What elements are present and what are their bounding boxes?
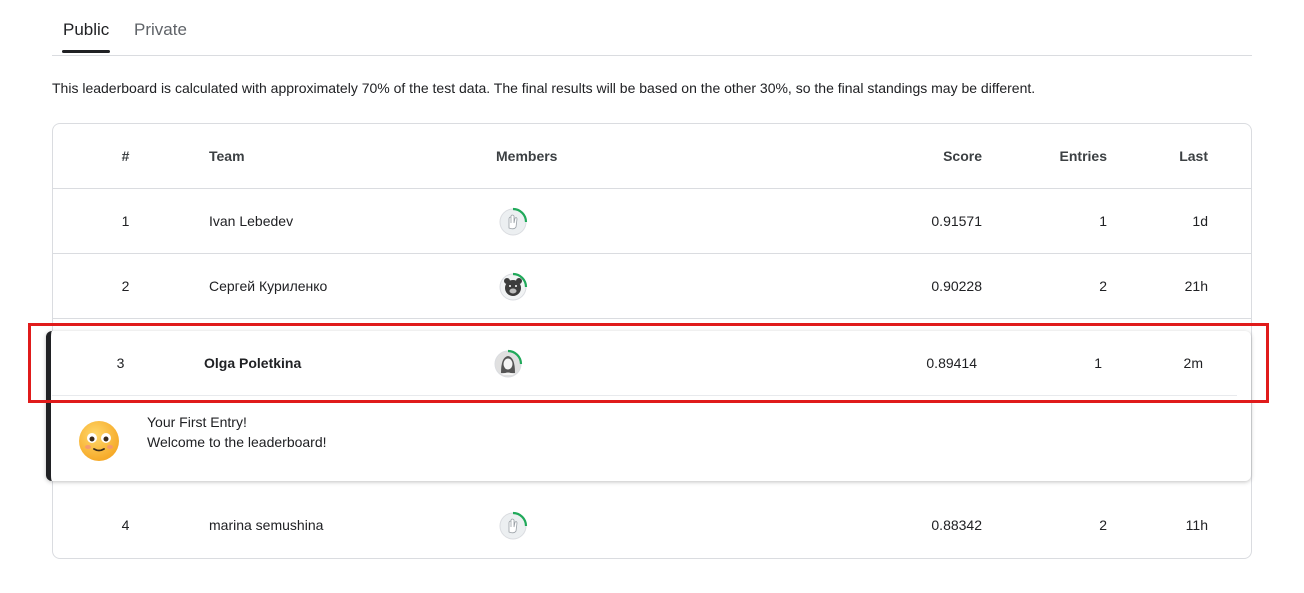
first-entry-subtitle: Welcome to the leaderboard! bbox=[147, 434, 327, 450]
row-entries: 1 bbox=[1094, 355, 1102, 371]
first-entry-title: Your First Entry! bbox=[147, 414, 247, 430]
row-score: 0.90228 bbox=[931, 278, 982, 294]
row-rank: 1 bbox=[121, 213, 130, 229]
header-rank: # bbox=[121, 148, 130, 164]
row-members bbox=[496, 254, 696, 318]
hand-avatar-icon[interactable] bbox=[498, 207, 528, 236]
header-members: Members bbox=[496, 148, 558, 164]
smiley-face-icon bbox=[77, 419, 121, 463]
row-members bbox=[496, 189, 696, 253]
row-last: 11h bbox=[1185, 517, 1208, 533]
row-members bbox=[491, 331, 691, 395]
row-last: 1d bbox=[1192, 213, 1208, 229]
row-team-name[interactable]: Сергей Куриленко bbox=[209, 254, 489, 318]
row-entries: 1 bbox=[1099, 213, 1107, 229]
row-entries: 2 bbox=[1099, 517, 1107, 533]
row-members bbox=[496, 493, 696, 557]
header-score: Score bbox=[943, 148, 982, 164]
tab-private[interactable]: Private bbox=[134, 20, 187, 40]
current-user-entry-card: 3 Olga Poletkina 0.89414 1 2m Your First… bbox=[46, 331, 1251, 481]
table-row[interactable]: 4 marina semushina 0.88342 2 11h bbox=[53, 493, 1251, 557]
active-tab-indicator bbox=[62, 50, 110, 53]
row-score: 0.91571 bbox=[931, 213, 982, 229]
table-row[interactable]: 1 Ivan Lebedev 0.91571 1 1d bbox=[53, 189, 1251, 254]
row-last: 2m bbox=[1183, 355, 1203, 371]
row-team-name[interactable]: Olga Poletkina bbox=[204, 331, 484, 395]
leaderboard-notice: This leaderboard is calculated with appr… bbox=[52, 80, 1036, 96]
header-entries: Entries bbox=[1059, 148, 1107, 164]
header-team: Team bbox=[209, 148, 245, 164]
row-team-name[interactable]: marina semushina bbox=[209, 493, 489, 557]
tab-public[interactable]: Public bbox=[63, 20, 109, 40]
row-rank: 3 bbox=[116, 355, 125, 371]
row-entries: 2 bbox=[1099, 278, 1107, 294]
row-score: 0.88342 bbox=[931, 517, 982, 533]
table-row-current-user[interactable]: 3 Olga Poletkina 0.89414 1 2m bbox=[52, 331, 1237, 396]
row-team-name[interactable]: Ivan Lebedev bbox=[209, 189, 489, 253]
row-rank: 2 bbox=[121, 278, 130, 294]
woman-avatar-icon[interactable] bbox=[493, 349, 523, 378]
table-header: # Team Members Score Entries Last bbox=[53, 124, 1251, 189]
row-score: 0.89414 bbox=[926, 355, 977, 371]
row-rank: 4 bbox=[121, 517, 130, 533]
table-row[interactable]: 2 Сергей Куриленко 0.90228 2 21h bbox=[53, 254, 1251, 319]
hand-avatar-icon[interactable] bbox=[498, 511, 528, 540]
leaderboard-tabs: Public Private bbox=[52, 0, 1252, 56]
header-last: Last bbox=[1179, 148, 1208, 164]
row-last: 21h bbox=[1184, 278, 1208, 294]
bear-avatar-icon[interactable] bbox=[498, 272, 528, 301]
